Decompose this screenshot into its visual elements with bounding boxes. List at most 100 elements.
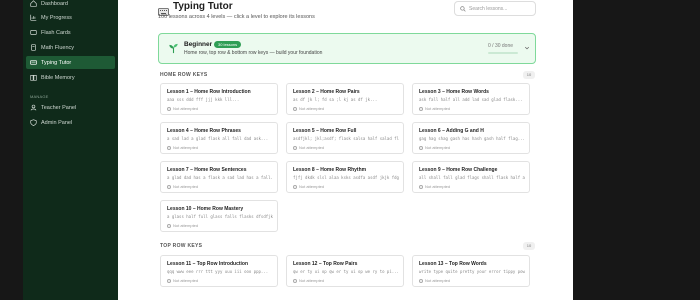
status-circle-icon — [419, 184, 423, 189]
lesson-status: Not attempted — [167, 106, 198, 111]
lesson-card[interactable]: Lesson 9 – Home Row Challenge all shall … — [412, 161, 530, 193]
chart-icon — [30, 14, 37, 21]
lesson-preview: all shall fall glad flags shall flask ha… — [419, 175, 525, 180]
lesson-card[interactable]: Lesson 3 – Home Row Words ask fall half … — [412, 83, 530, 115]
status-circle-icon — [167, 223, 171, 228]
lesson-title: Lesson 6 – Adding G and H — [419, 128, 484, 134]
lesson-card[interactable]: Lesson 7 – Home Row Sentences a glad dad… — [160, 161, 278, 193]
lesson-title: Lesson 13 – Top Row Words — [419, 261, 487, 267]
lesson-status: Not attempted — [419, 106, 450, 111]
level-card-beginner[interactable]: Beginner 30 lessons Home row, top row & … — [158, 33, 536, 64]
lesson-title: Lesson 4 – Home Row Phrases — [167, 128, 241, 134]
section-count-top-row: 10 — [523, 242, 535, 250]
search-box[interactable] — [454, 1, 536, 16]
search-icon — [460, 5, 466, 12]
lesson-preview: aaa sss ddd fff jjj kkk lll... — [167, 97, 240, 102]
lesson-status: Not attempted — [293, 184, 324, 189]
lesson-status: Not attempted — [293, 278, 324, 283]
status-circle-icon — [167, 184, 171, 189]
lesson-title: Lesson 10 – Home Row Mastery — [167, 206, 244, 212]
sidebar-item-admin-panel[interactable]: Admin Panel — [26, 116, 115, 129]
lesson-title: Lesson 8 – Home Row Rhythm — [293, 167, 367, 173]
status-circle-icon — [293, 106, 297, 111]
lesson-card[interactable]: Lesson 13 – Top Row Words write type qui… — [412, 255, 530, 287]
status-circle-icon — [419, 106, 423, 111]
calculator-icon — [30, 44, 37, 51]
lesson-status: Not attempted — [419, 145, 450, 150]
lesson-card[interactable]: Lesson 12 – Top Row Pairs qw er ty ui op… — [286, 255, 404, 287]
sidebar-item-bible-memory[interactable]: Bible Memory — [26, 71, 115, 84]
status-circle-icon — [419, 145, 423, 150]
page-subtitle: 100 lessons across 4 levels — click a le… — [158, 14, 315, 20]
lesson-status: Not attempted — [293, 106, 324, 111]
main-content: Typing Tutor 100 lessons across 4 levels… — [118, 0, 573, 300]
status-circle-icon — [293, 184, 297, 189]
lesson-title: Lesson 7 – Home Row Sentences — [167, 167, 247, 173]
keyboard-icon — [158, 3, 169, 16]
sidebar-item-my-progress[interactable]: My Progress — [26, 11, 115, 24]
sidebar-item-teacher-panel[interactable]: Teacher Panel — [26, 101, 115, 114]
section-title-top-row: TOP ROW KEYS — [160, 243, 203, 249]
lesson-preview: a glad dad has a flask a sad lad has a f… — [167, 175, 273, 180]
lesson-title: Lesson 12 – Top Row Pairs — [293, 261, 358, 267]
search-input[interactable] — [469, 5, 531, 12]
lesson-preview: ask fall half all add lad sad glad flask… — [419, 97, 523, 102]
status-circle-icon — [167, 106, 171, 111]
status-circle-icon — [167, 278, 171, 283]
sidebar-item-label: Admin Panel — [41, 119, 73, 126]
level-badge: 30 lessons — [214, 41, 242, 48]
user-icon — [30, 104, 37, 111]
status-circle-icon — [167, 145, 171, 150]
sidebar-item-math-fluency[interactable]: Math Fluency — [26, 41, 115, 54]
lesson-title: Lesson 1 – Home Row Introduction — [167, 89, 251, 95]
lesson-card[interactable]: Lesson 11 – Top Row Introduction qqq www… — [160, 255, 278, 287]
lesson-preview: as df jk l; fd sa ;l kj as df jk... — [293, 97, 378, 102]
lesson-status: Not attempted — [167, 145, 198, 150]
lesson-status: Not attempted — [419, 278, 450, 283]
page-header: Typing Tutor — [158, 1, 233, 16]
lesson-card[interactable]: Lesson 5 – Home Row Full asdfjkl; jkl;as… — [286, 122, 404, 154]
level-progress-text: 0 / 30 done — [488, 43, 514, 49]
lesson-preview: gag hag shag gash has hash gash half fla… — [419, 136, 525, 141]
lesson-card[interactable]: Lesson 1 – Home Row Introduction aaa sss… — [160, 83, 278, 115]
cards-icon — [30, 29, 37, 36]
lesson-preview: qw er ty ui op qw er ty ui op we ry to p… — [293, 269, 399, 274]
sidebar-section-manage: MANAGE — [30, 94, 49, 99]
lesson-card[interactable]: Lesson 6 – Adding G and H gag hag shag g… — [412, 122, 530, 154]
level-name: Beginner — [184, 41, 213, 48]
sidebar-item-label: Typing Tutor — [41, 59, 72, 66]
lesson-card[interactable]: Lesson 8 – Home Row Rhythm fjfj dkdk sls… — [286, 161, 404, 193]
lesson-preview: a sad lad a glad flask all fall dad ask.… — [167, 136, 269, 141]
lesson-title: Lesson 11 – Top Row Introduction — [167, 261, 249, 267]
sidebar-item-typing-tutor[interactable]: Typing Tutor — [26, 56, 115, 69]
lesson-title: Lesson 9 – Home Row Challenge — [419, 167, 498, 173]
sidebar-item-dashboard[interactable]: Dashboard — [26, 0, 115, 7]
lesson-card[interactable]: Lesson 10 – Home Row Mastery a glass hal… — [160, 200, 278, 232]
lesson-status: Not attempted — [293, 145, 324, 150]
home-icon — [30, 0, 37, 7]
chevron-down-icon[interactable] — [524, 45, 530, 51]
lesson-status: Not attempted — [167, 278, 198, 283]
sidebar-item-flash-cards[interactable]: Flash Cards — [26, 26, 115, 39]
status-circle-icon — [293, 145, 297, 150]
sidebar-item-label: Bible Memory — [41, 74, 75, 81]
section-title-home-row: HOME ROW KEYS — [160, 72, 208, 78]
sprout-icon — [169, 43, 178, 54]
lesson-title: Lesson 2 – Home Row Pairs — [293, 89, 360, 95]
lesson-status: Not attempted — [419, 184, 450, 189]
lesson-preview: a glass half full glass falls flasks dfs… — [167, 214, 273, 219]
lesson-card[interactable]: Lesson 2 – Home Row Pairs as df jk l; fd… — [286, 83, 404, 115]
lesson-status: Not attempted — [167, 223, 198, 228]
lesson-preview: write type quite pretty your error tippy… — [419, 269, 525, 274]
level-description: Home row, top row & bottom row keys — bu… — [184, 50, 323, 56]
sidebar-item-label: Flash Cards — [41, 29, 71, 36]
status-circle-icon — [419, 278, 423, 283]
level-progress-bar — [488, 52, 518, 54]
lesson-card[interactable]: Lesson 4 – Home Row Phrases a sad lad a … — [160, 122, 278, 154]
lesson-preview: asdfjkl; jkl;asdf; flask salsa half sala… — [293, 136, 399, 141]
sidebar-item-label: Math Fluency — [41, 44, 75, 51]
lesson-title: Lesson 3 – Home Row Words — [419, 89, 489, 95]
page-title: Typing Tutor — [173, 1, 233, 12]
shield-icon — [30, 119, 37, 126]
book-icon — [30, 74, 37, 81]
